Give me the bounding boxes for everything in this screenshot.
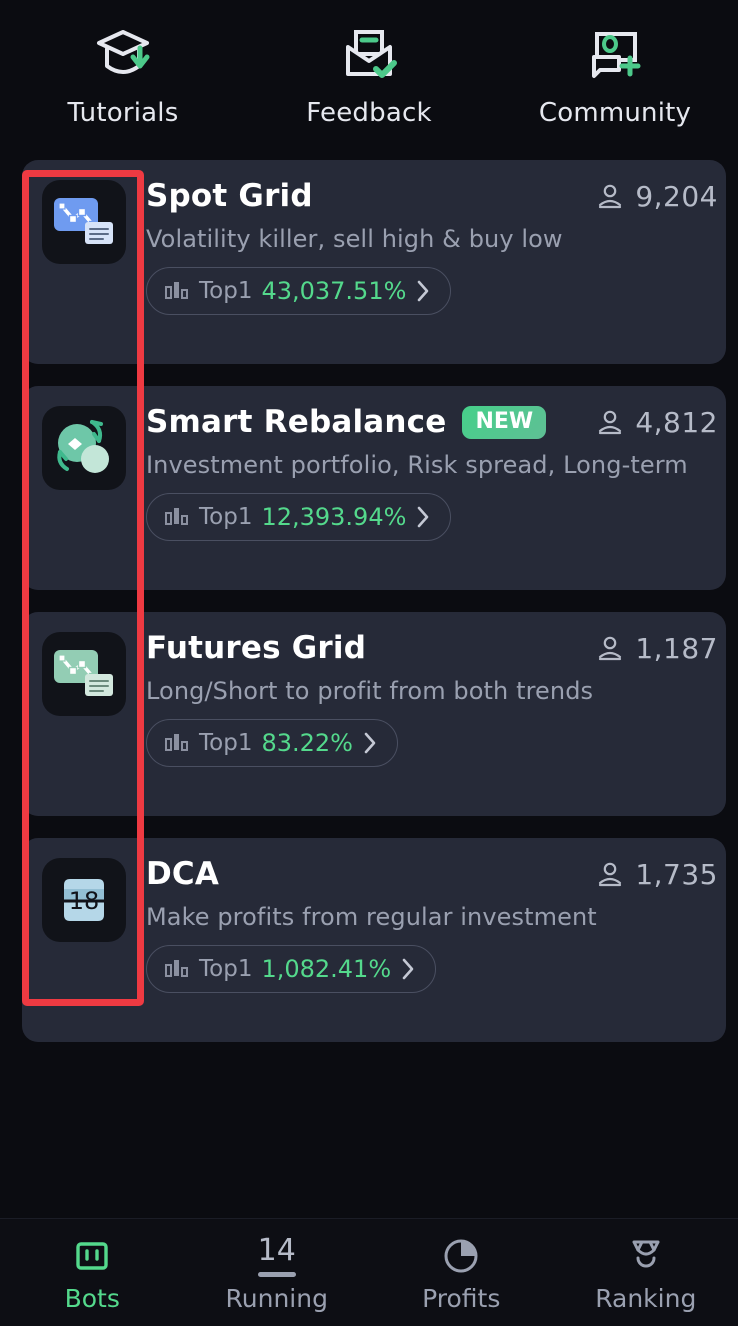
tab-ranking[interactable]: Ranking: [554, 1219, 738, 1326]
quicklink-label: Feedback: [306, 98, 432, 128]
tab-label: Profits: [422, 1284, 501, 1313]
bot-rank-pill[interactable]: Top1 43,037.51%: [146, 267, 452, 315]
bot-rank-pill[interactable]: Top1 1,082.41%: [146, 945, 437, 993]
chevron-right-icon: [418, 506, 429, 528]
bot-rank-label: Top1: [199, 730, 253, 756]
bar-chart-icon: [165, 734, 188, 751]
futures-grid-chart-icon: [42, 632, 126, 716]
bot-rank-value: 1,082.41%: [261, 955, 392, 983]
users-count-value: 1,187: [635, 632, 718, 665]
bot-title: Spot Grid: [146, 178, 313, 214]
users-count-value: 9,204: [635, 180, 718, 213]
bot-rank-pill[interactable]: Top1 12,393.94%: [146, 493, 452, 541]
bot-card-futures-grid[interactable]: Futures Grid Long/Short to profit from b…: [22, 612, 726, 816]
bot-rank-value: 43,037.51%: [261, 277, 407, 305]
spot-grid-chart-icon: [42, 180, 126, 264]
bot-description: Volatility killer, sell high & buy low: [146, 225, 563, 253]
medal-icon: [624, 1232, 668, 1280]
bot-description: Long/Short to profit from both trends: [146, 677, 594, 705]
bar-chart-icon: [165, 508, 188, 525]
running-count-icon: 14: [258, 1232, 296, 1280]
chevron-right-icon: [364, 732, 376, 754]
bar-chart-icon: [165, 960, 188, 977]
bot-users-count: 1,735: [595, 858, 718, 891]
bot-users-count: 1,187: [595, 632, 718, 665]
chevron-right-icon: [418, 280, 429, 302]
bot-rank-value: 83.22%: [261, 729, 353, 757]
quick-links-bar: Tutorials Feedback Community: [0, 0, 738, 158]
bot-users-count: 4,812: [595, 406, 718, 439]
tab-running[interactable]: 14 Running: [185, 1219, 370, 1326]
tab-label: Running: [225, 1284, 328, 1313]
tab-profits[interactable]: Profits: [369, 1219, 554, 1326]
quicklink-tutorials[interactable]: Tutorials: [0, 18, 246, 158]
person-icon: [599, 862, 622, 886]
bar-chart-icon: [165, 282, 188, 299]
person-icon: [599, 184, 622, 208]
bot-icon-container: [22, 612, 146, 716]
quicklink-label: Tutorials: [67, 98, 179, 128]
quicklink-community[interactable]: Community: [492, 18, 738, 158]
bot-title: DCA: [146, 856, 220, 892]
bot-rank-label: Top1: [199, 278, 253, 304]
bot-title: Futures Grid: [146, 630, 367, 666]
bot-rank-value: 12,393.94%: [261, 503, 407, 531]
tab-label: Bots: [64, 1284, 120, 1313]
tab-bots[interactable]: Bots: [0, 1219, 185, 1326]
bottom-tab-bar: Bots 14 Running Profits Ranking: [0, 1218, 738, 1326]
chat-bubbles-plus-icon: [578, 18, 652, 92]
person-icon: [599, 410, 622, 434]
pie-chart-icon: [439, 1232, 483, 1280]
bot-list: Spot Grid Volatility killer, sell high &…: [22, 160, 726, 1064]
bot-rank-pill[interactable]: Top1 83.22%: [146, 719, 398, 767]
quicklink-label: Community: [538, 98, 692, 128]
envelope-check-icon: [332, 18, 406, 92]
running-count-value: 14: [257, 1232, 296, 1268]
svg-text:18: 18: [69, 887, 100, 915]
bot-description: Make profits from regular investment: [146, 903, 597, 931]
bot-rank-label: Top1: [199, 504, 253, 530]
users-count-value: 4,812: [635, 406, 718, 439]
bot-icon-container: [22, 160, 146, 264]
chevron-right-icon: [402, 958, 414, 980]
running-underline: [257, 1271, 296, 1277]
bot-rank-label: Top1: [199, 956, 253, 982]
bots-icon: [70, 1232, 114, 1280]
tab-label: Ranking: [595, 1284, 697, 1313]
bot-card-dca[interactable]: 18 DCA Make profits from regular investm…: [22, 838, 726, 1042]
quicklink-feedback[interactable]: Feedback: [246, 18, 492, 158]
bot-description: Investment portfolio, Risk spread, Long-…: [146, 451, 688, 479]
graduation-cap-download-icon: [86, 18, 160, 92]
bot-card-smart-rebalance[interactable]: Smart Rebalance NEW Investment portfolio…: [22, 386, 726, 590]
bot-title: Smart Rebalance: [146, 404, 447, 440]
app-root: Tutorials Feedback Community Spot Grid V…: [0, 0, 738, 1326]
users-count-value: 1,735: [635, 858, 718, 891]
bot-icon-container: [22, 386, 146, 490]
bot-users-count: 9,204: [595, 180, 718, 213]
rebalance-circles-icon: [42, 406, 126, 490]
person-icon: [599, 636, 622, 660]
bot-card-spot-grid[interactable]: Spot Grid Volatility killer, sell high &…: [22, 160, 726, 364]
new-badge: NEW: [462, 405, 547, 439]
bot-icon-container: 18: [22, 838, 146, 942]
calendar-18-icon: 18: [42, 858, 126, 942]
